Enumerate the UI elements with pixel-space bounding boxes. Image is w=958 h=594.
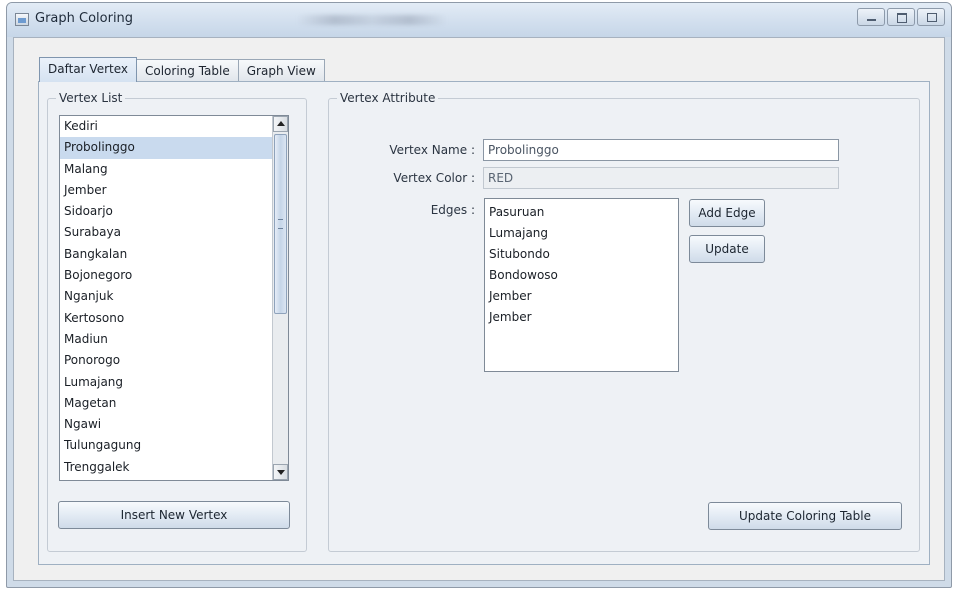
tab-bar: Daftar Vertex Coloring Table Graph View xyxy=(39,57,325,82)
edge-list-item[interactable]: Jember xyxy=(485,286,678,307)
insert-new-vertex-button[interactable]: Insert New Vertex xyxy=(58,501,290,529)
vertex-attribute-title: Vertex Attribute xyxy=(337,91,439,105)
vertex-list-item[interactable]: Nganjuk xyxy=(60,286,274,307)
restore-icon[interactable] xyxy=(917,8,945,26)
window-controls xyxy=(857,8,945,26)
vertex-listbox[interactable]: Kediri Probolinggo Malang Jember Sidoarjo Sur… xyxy=(59,115,289,481)
edge-list-item[interactable]: Pasuruan xyxy=(485,202,678,223)
vertex-list-item[interactable]: Ponorogo xyxy=(60,350,274,371)
vertex-list-item[interactable]: Surabaya xyxy=(60,222,274,243)
vertex-list-title: Vertex List xyxy=(56,91,126,105)
add-edge-button[interactable]: Add Edge xyxy=(689,199,765,227)
minimize-icon[interactable] xyxy=(857,8,885,26)
maximize-icon[interactable] xyxy=(887,8,915,26)
edges-label: Edges : xyxy=(430,203,475,217)
blurred-title-region xyxy=(297,15,447,25)
app-window: Graph Coloring Daftar Vertex Coloring Ta… xyxy=(6,2,952,588)
vertex-attribute-group: Vertex Attribute Vertex Name : Proboling… xyxy=(328,91,920,552)
vertex-list-item[interactable]: Sidoarjo xyxy=(60,201,274,222)
vertex-list-item[interactable]: Bojonegoro xyxy=(60,265,274,286)
edge-list-item[interactable]: Jember xyxy=(485,307,678,328)
title-bar[interactable]: Graph Coloring xyxy=(7,3,951,37)
vertex-list-item[interactable]: Madiun xyxy=(60,329,274,350)
vertical-scrollbar[interactable] xyxy=(272,116,288,480)
vertex-list-item[interactable]: Ngawi xyxy=(60,414,274,435)
scroll-down-icon[interactable] xyxy=(273,464,288,480)
vertex-list-item[interactable]: Magetan xyxy=(60,393,274,414)
vertex-name-label: Vertex Name : xyxy=(389,143,475,157)
vertex-name-input[interactable]: Probolinggo xyxy=(483,139,839,161)
client-area: Daftar Vertex Coloring Table Graph View … xyxy=(13,37,945,581)
vertex-list-items: Kediri Probolinggo Malang Jember Sidoarjo Sur… xyxy=(60,116,274,480)
tab-daftar-vertex[interactable]: Daftar Vertex xyxy=(39,57,137,82)
scroll-thumb[interactable] xyxy=(274,134,287,314)
vertex-list-item[interactable]: Bangkalan xyxy=(60,244,274,265)
edge-list-item[interactable]: Bondowoso xyxy=(485,265,678,286)
vertex-list-item[interactable]: Tulungagung xyxy=(60,435,274,456)
vertex-list-item[interactable]: Trenggalek xyxy=(60,457,274,478)
vertex-list-item[interactable]: Kertosono xyxy=(60,308,274,329)
update-button[interactable]: Update xyxy=(689,235,765,263)
edge-list-item[interactable]: Lumajang xyxy=(485,223,678,244)
java-app-icon xyxy=(15,13,29,26)
scroll-up-icon[interactable] xyxy=(273,116,288,132)
window-title: Graph Coloring xyxy=(35,11,134,26)
vertex-list-item[interactable]: Lumajang xyxy=(60,372,274,393)
update-coloring-table-button[interactable]: Update Coloring Table xyxy=(708,502,902,530)
vertex-color-label: Vertex Color : xyxy=(393,171,475,185)
vertex-list-item[interactable]: Kediri xyxy=(60,116,274,137)
tab-panel-daftar-vertex: Vertex List Kediri Probolinggo Malang Jembe… xyxy=(38,81,930,565)
vertex-list-item[interactable]: Probolinggo xyxy=(60,137,274,159)
vertex-list-item[interactable]: Jember xyxy=(60,180,274,201)
tab-graph-view[interactable]: Graph View xyxy=(237,59,325,81)
edge-list-item[interactable]: Situbondo xyxy=(485,244,678,265)
vertex-list-group: Vertex List Kediri Probolinggo Malang Jembe… xyxy=(47,91,307,552)
vertex-color-field: RED xyxy=(483,167,839,189)
tab-coloring-table[interactable]: Coloring Table xyxy=(136,59,239,81)
edges-listbox[interactable]: Pasuruan Lumajang Situbondo Bondowoso Jember… xyxy=(484,198,679,372)
vertex-list-item[interactable]: Malang xyxy=(60,159,274,180)
